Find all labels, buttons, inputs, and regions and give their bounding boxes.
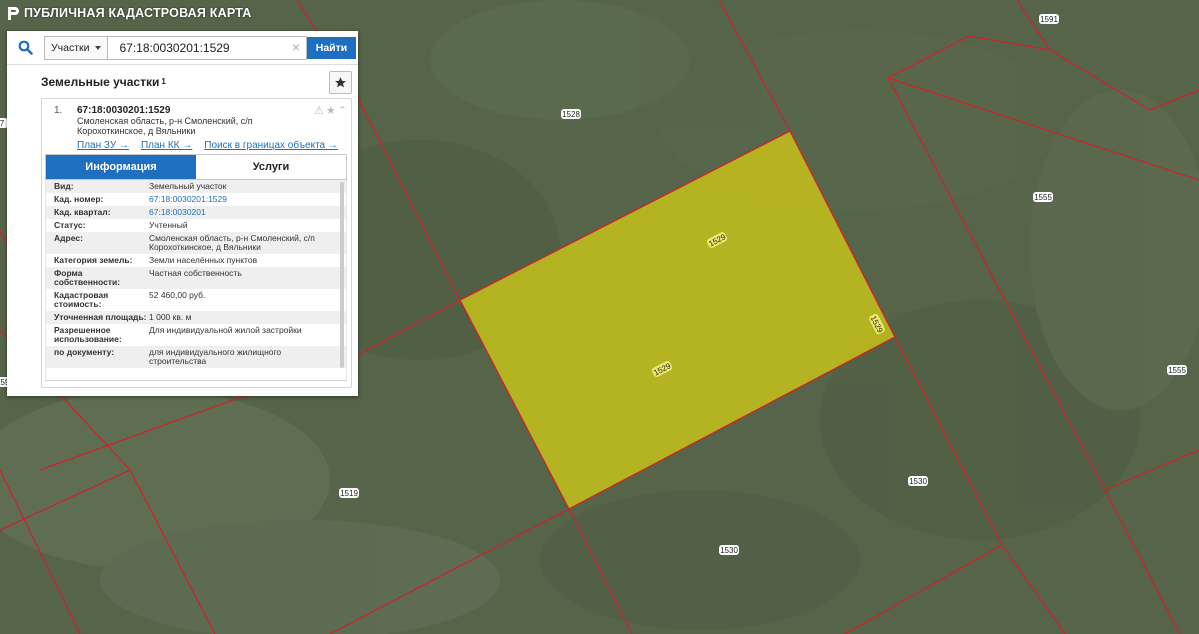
find-button[interactable]: Найти (307, 36, 356, 59)
info-row-key: Разрешенное использование: (54, 325, 122, 344)
result-links: План ЗУ → План КК → Поиск в границах объ… (42, 140, 351, 151)
results-header: Земельные участки 1 (7, 65, 358, 98)
map-label: 1555 (1168, 366, 1186, 375)
info-row-key: Кад. номер: (54, 194, 104, 204)
info-row-value[interactable]: 67:18:0030201 (149, 208, 332, 217)
info-row-key: Кадастровая стоимость: (54, 290, 109, 309)
info-row-key: Вид: (54, 181, 74, 191)
info-row-value: Земли населённых пунктов (149, 255, 258, 265)
info-row: Кадастровая стоимость: 52 460,00 руб. (46, 289, 346, 311)
map-label: 7 (0, 119, 5, 128)
info-row: Кад. номер: 67:18:0030201:1529 (46, 193, 346, 206)
plan-zu-link[interactable]: План ЗУ → (77, 140, 129, 151)
info-row-value: Частная собственность (149, 268, 242, 278)
result-index: 1. (54, 105, 63, 116)
chevron-down-icon (94, 45, 101, 50)
info-row-key: Форма собственности: (54, 268, 121, 287)
info-row-key: Статус: (54, 220, 86, 230)
map-label: 1528 (562, 110, 580, 119)
info-row: по документу: для индивидуального жилищно… (46, 346, 346, 368)
map-label: 1555 (1034, 193, 1052, 202)
info-row-value: 1 000 кв. м (149, 312, 192, 322)
rosreestr-logo-icon (8, 6, 19, 20)
info-row: Кад. квартал: 67:18:0030201 (46, 206, 346, 219)
chevron-up-icon[interactable]: ⌃ (338, 104, 347, 117)
info-table[interactable]: Вид: Земельный участок Кад. номер: 67:18:00… (45, 180, 347, 381)
info-row-key: Категория земель: (54, 255, 133, 265)
search-query-value: 67:18:0030201:1529 (119, 40, 230, 55)
tab-info[interactable]: Информация (46, 155, 196, 179)
info-row-key: Уточненная площадь: (54, 312, 147, 322)
info-row-value[interactable]: 67:18:0030201:1529 (149, 195, 332, 204)
search-panel: Участки 67:18:0030201:1529 × Найти Земел… (7, 31, 358, 396)
search-in-bounds-link[interactable]: Поиск в границах объекта → (204, 140, 338, 151)
result-actions: ⚠ ★ ⌃ (314, 104, 347, 117)
app-title: ПУБЛИЧНАЯ КАДАСТРОВАЯ КАРТА (24, 6, 252, 20)
info-row: Адрес: Смоленская область, р-н Смоленский… (46, 232, 346, 254)
info-row: Разрешенное использование: Для индивидуал… (46, 324, 346, 346)
info-row-value: для индивидуального жилищного строительс… (149, 347, 282, 366)
info-row: Статус: Учтенный (46, 219, 346, 232)
results-title: Земельные участки (41, 74, 160, 89)
search-type-label: Участки (51, 41, 90, 54)
info-row: Категория земель: Земли населённых пункто… (46, 254, 346, 267)
plan-kk-link[interactable]: План КК → (141, 140, 192, 151)
info-row-key: Адрес: (54, 233, 83, 243)
info-scrollbar[interactable] (340, 182, 344, 368)
info-row-value: Смоленская область, р-н Смоленский, с/п … (149, 233, 315, 252)
search-type-select[interactable]: Участки (44, 35, 108, 60)
info-row-key: Кад. квартал: (54, 207, 111, 217)
info-row: Вид: Земельный участок (46, 180, 346, 193)
clear-icon[interactable]: × (292, 39, 300, 55)
star-icon[interactable]: ★ (326, 104, 336, 117)
result-card: 1. ⚠ ★ ⌃ 67:18:0030201:1529 Смоленская о… (41, 98, 352, 388)
info-row: Форма собственности: Частная собственност… (46, 267, 346, 289)
favorites-button[interactable] (329, 71, 352, 94)
info-row-value: Земельный участок (149, 181, 227, 191)
result-address-line-1: Смоленская область, р-н Смоленский, с/п (77, 116, 253, 126)
result-head[interactable]: 67:18:0030201:1529 Смоленская область, р… (42, 105, 351, 136)
info-row-value: Учтенный (149, 220, 188, 230)
result-cad-number: 67:18:0030201:1529 (77, 105, 171, 116)
map-label: 1591 (1040, 15, 1058, 24)
warning-icon[interactable]: ⚠ (314, 104, 324, 117)
map-label: 1530 (720, 546, 738, 555)
search-toggle-button[interactable] (7, 31, 43, 64)
info-row-value: Для индивидуальной жилой застройки (149, 325, 302, 335)
map-label: 1519 (340, 489, 358, 498)
info-row: Уточненная площадь: 1 000 кв. м (46, 311, 346, 324)
app-header: ПУБЛИЧНАЯ КАДАСТРОВАЯ КАРТА (6, 4, 251, 22)
search-icon (18, 40, 33, 55)
search-input[interactable]: 67:18:0030201:1529 × (107, 35, 307, 60)
search-bar: Участки 67:18:0030201:1529 × Найти (7, 31, 358, 65)
info-row-value: 52 460,00 руб. (149, 290, 206, 300)
result-tabs: Информация Услуги (45, 154, 347, 180)
result-address-line-2: Корохоткинское, д Вяльники (77, 126, 196, 136)
results-count: 1 (161, 77, 166, 86)
tab-services[interactable]: Услуги (196, 155, 346, 179)
star-icon (335, 77, 346, 88)
map-label: 1530 (909, 477, 927, 486)
info-row-key: по документу: (54, 347, 115, 357)
